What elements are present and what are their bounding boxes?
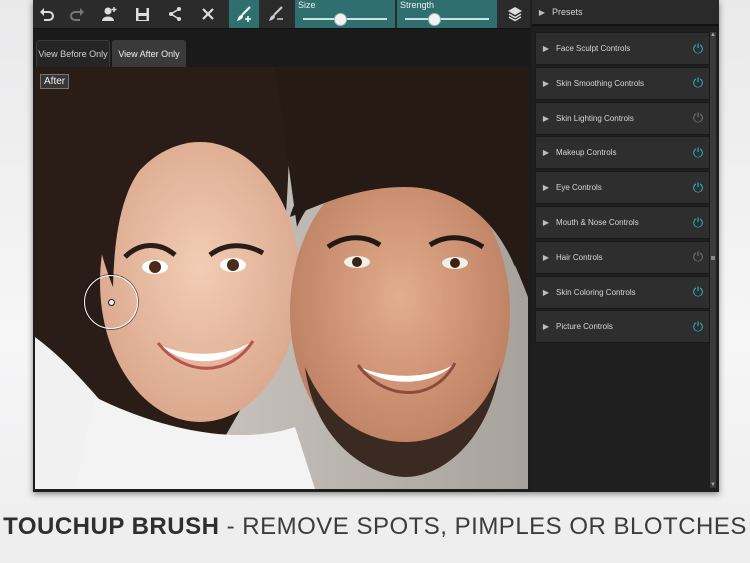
control-label: Skin Smoothing Controls <box>556 78 645 88</box>
controls-panel: ▶ Presets ▶ Face Sculpt Controls ⏻ ▶ Skin Sm… <box>532 0 719 492</box>
expand-triangle-icon: ▶ <box>542 148 550 158</box>
photo-canvas[interactable]: After <box>35 67 528 489</box>
control-row[interactable]: ▶ Makeup Controls ⏻ <box>535 136 710 170</box>
panel-scrollbar[interactable]: ▲ ▼ <box>710 32 716 488</box>
expand-triangle-icon: ▶ <box>538 7 546 17</box>
control-label: Skin Lighting Controls <box>556 113 634 123</box>
control-label: Eye Controls <box>556 183 602 193</box>
add-user-icon[interactable] <box>95 0 123 28</box>
presets-header[interactable]: ▶ Presets <box>532 0 719 26</box>
power-toggle-icon[interactable]: ⏻ <box>687 145 709 161</box>
control-label: Mouth & Nose Controls <box>556 218 639 227</box>
control-label: Face Sculpt Controls <box>556 44 631 53</box>
tab-view-after-only[interactable]: View After Only <box>112 40 186 67</box>
app-window: Size Strength View Before Only View Afte… <box>33 0 719 492</box>
expand-triangle-icon: ▶ <box>542 287 550 297</box>
power-toggle-icon[interactable]: ⏻ <box>687 110 709 126</box>
size-slider-knob[interactable] <box>333 13 347 26</box>
control-label: Makeup Controls <box>556 148 617 158</box>
power-toggle-icon[interactable]: ⏻ <box>687 319 709 335</box>
power-toggle-icon[interactable]: ⏻ <box>687 180 709 196</box>
power-toggle-icon[interactable]: ⏻ <box>687 284 709 300</box>
close-icon[interactable] <box>194 0 222 28</box>
promo-caption: TOUCHUP BRUSH - REMOVE SPOTS, PIMPLES OR… <box>0 513 750 541</box>
brush-plus-icon[interactable] <box>229 0 259 28</box>
control-label: Picture Controls <box>556 322 613 332</box>
control-row[interactable]: ▶ Eye Controls ⏻ <box>535 171 710 205</box>
expand-triangle-icon: ▶ <box>542 113 550 123</box>
caption-bold: TOUCHUP BRUSH <box>3 513 220 540</box>
control-label: Hair Controls <box>556 252 603 262</box>
strength-slider[interactable]: Strength <box>397 0 497 28</box>
view-tabs: View Before Only View After Only <box>33 29 530 67</box>
scrollbar-thumb[interactable] <box>711 256 715 260</box>
control-row[interactable]: ▶ Hair Controls ⏻ <box>535 240 710 274</box>
save-icon[interactable] <box>128 0 156 28</box>
control-row[interactable]: ▶ Mouth & Nose Controls ⏻ <box>535 206 710 239</box>
expand-triangle-icon: ▶ <box>542 78 550 88</box>
undo-icon[interactable] <box>33 0 61 28</box>
scroll-up-arrow-icon[interactable]: ▲ <box>710 32 716 38</box>
size-label: Size <box>298 0 316 10</box>
control-row[interactable]: ▶ Skin Coloring Controls ⏻ <box>535 275 710 309</box>
power-toggle-icon[interactable]: ⏻ <box>687 249 709 265</box>
strength-slider-knob[interactable] <box>428 13 442 26</box>
brush-minus-icon[interactable] <box>261 0 291 28</box>
power-toggle-icon[interactable]: ⏻ <box>687 215 709 231</box>
control-row[interactable]: ▶ Skin Smoothing Controls ⏻ <box>535 66 710 100</box>
expand-triangle-icon: ▶ <box>542 218 550 227</box>
expand-triangle-icon: ▶ <box>542 183 550 193</box>
after-overlay-label: After <box>40 74 70 89</box>
power-toggle-icon[interactable]: ⏻ <box>687 75 709 91</box>
tab-view-before-only[interactable]: View Before Only <box>36 40 110 67</box>
layers-icon[interactable] <box>499 0 530 28</box>
control-row[interactable]: ▶ Face Sculpt Controls ⏻ <box>535 32 710 65</box>
caption-rest: - REMOVE SPOTS, PIMPLES OR BLOTCHES <box>219 513 747 540</box>
power-toggle-icon[interactable]: ⏻ <box>687 41 709 57</box>
brush-center-dot <box>108 299 115 306</box>
control-row[interactable]: ▶ Skin Lighting Controls ⏻ <box>535 101 710 135</box>
expand-triangle-icon: ▶ <box>542 44 550 53</box>
strength-label: Strength <box>400 0 435 10</box>
share-icon[interactable] <box>161 0 189 28</box>
presets-label: Presets <box>552 7 583 17</box>
strength-slider-track <box>405 18 489 20</box>
control-label: Skin Coloring Controls <box>556 287 636 297</box>
scroll-down-arrow-icon[interactable]: ▼ <box>710 482 716 488</box>
toolbar: Size Strength <box>33 0 530 29</box>
redo-icon[interactable] <box>63 0 91 28</box>
expand-triangle-icon: ▶ <box>542 322 550 332</box>
size-slider[interactable]: Size <box>295 0 395 28</box>
expand-triangle-icon: ▶ <box>542 252 550 262</box>
control-row[interactable]: ▶ Picture Controls ⏻ <box>535 310 710 344</box>
